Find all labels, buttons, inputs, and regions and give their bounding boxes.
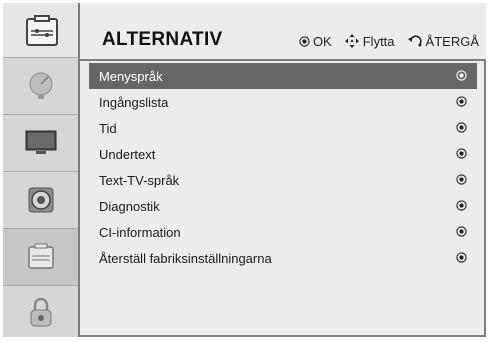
sidebar-item-satellite[interactable] [3,57,78,114]
sidebar-item-picture[interactable] [3,114,78,171]
ok-dot-icon [299,35,310,47]
menu-item-label: Tid [99,120,117,136]
radio-dot-icon [456,200,467,211]
hint-ok-label: OK [312,33,332,49]
hint-back: ÅTERGÅ [407,34,479,49]
sidebar-item-audio[interactable] [3,171,78,228]
menu-item-label: Text-TV-språk [99,172,180,188]
sidebar-item-lock[interactable] [3,285,78,337]
menu-item-input-list[interactable]: Ingångslista [89,89,477,115]
tv-monitor-icon [25,130,56,154]
hint-move-label: Flytta [362,33,395,49]
radio-dot-icon [456,96,467,107]
radio-dot-icon [456,70,467,81]
menu-item-subtitles[interactable]: Undertext [89,141,477,167]
menu-item-label: Undertext [99,146,156,162]
menu-item-label: CI-information [99,224,181,240]
menu-item-label: Ingångslista [99,94,169,110]
back-arrow-icon [407,35,422,47]
header: ALTERNATIV OK Flytta ÅTERGÅ [80,3,486,61]
menu-item-teletext-language[interactable]: Text-TV-språk [89,167,477,193]
menu-item-label: Diagnostik [99,198,160,214]
radio-dot-icon [456,252,467,263]
sidebar-item-options[interactable] [3,228,78,285]
radio-dot-icon [456,174,467,185]
key-hints: OK Flytta ÅTERGÅ [299,33,479,49]
radio-dot-icon [456,122,467,133]
speaker-icon [28,187,53,213]
menu-item-label: Menyspråk [99,68,163,84]
hint-move: Flytta [344,33,395,49]
page-title: ALTERNATIV [102,29,223,50]
options-menu: Menyspråk Ingångslista Tid Undertext Tex… [80,63,486,271]
menu-item-diagnostics[interactable]: Diagnostik [89,193,477,219]
hint-back-label: ÅTERGÅ [425,33,479,49]
menu-item-time[interactable]: Tid [89,115,477,141]
options-header-icon [14,9,69,55]
move-arrows-icon [344,34,359,48]
sidebar [3,3,80,337]
radio-dot-icon [456,226,467,237]
menu-item-factory-reset[interactable]: Återställ fabriksinställningarna [89,245,477,271]
satellite-dish-icon [29,72,52,99]
hint-ok: OK [299,34,332,49]
options-icon [27,243,54,269]
radio-dot-icon [456,148,467,159]
lock-icon [30,297,51,326]
menu-item-label: Återställ fabriksinställningarna [99,250,272,266]
menu-item-ci-information[interactable]: CI-information [89,219,477,245]
menu-item-menu-language[interactable]: Menyspråk [89,63,477,89]
